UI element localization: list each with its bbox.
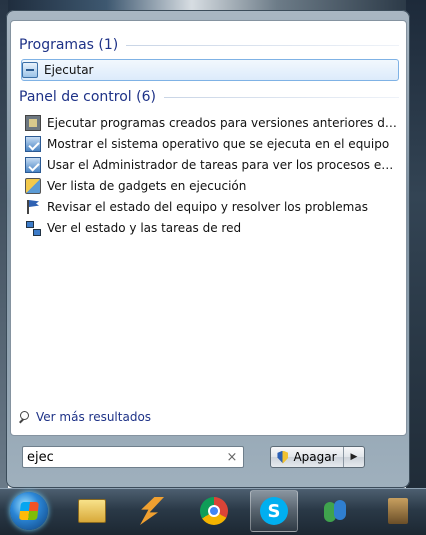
action-center-flag-icon bbox=[25, 199, 41, 215]
search-input[interactable] bbox=[23, 449, 225, 465]
shutdown-split-button: Apagar ▶ bbox=[270, 446, 365, 468]
taskbar-explorer-button[interactable] bbox=[68, 490, 116, 532]
result-label: Revisar el estado del equipo y resolver … bbox=[47, 200, 368, 214]
run-icon bbox=[22, 62, 38, 78]
result-label: Mostrar el sistema operativo que se ejec… bbox=[47, 137, 390, 151]
result-task-manager[interactable]: Usar el Administrador de tareas para ver… bbox=[25, 155, 397, 175]
taskbar-chrome-button[interactable] bbox=[190, 490, 238, 532]
taskbar-app-button[interactable] bbox=[378, 490, 418, 532]
taskbar-skype-button[interactable]: S bbox=[250, 490, 298, 532]
uac-shield-icon bbox=[277, 450, 289, 464]
result-program-compatibility[interactable]: Ejecutar programas creados para versione… bbox=[25, 113, 397, 133]
section-divider bbox=[126, 44, 399, 46]
system-icon bbox=[25, 136, 41, 152]
shutdown-button[interactable]: Apagar bbox=[271, 447, 344, 467]
result-label: Ver el estado y las tareas de red bbox=[47, 221, 242, 235]
taskbar-winamp-button[interactable] bbox=[128, 490, 176, 532]
result-label: Ejecutar bbox=[44, 63, 94, 77]
gadgets-icon bbox=[25, 178, 41, 194]
skype-icon: S bbox=[260, 497, 288, 525]
shutdown-label: Apagar bbox=[293, 450, 337, 464]
search-results-panel: Programas (1) Ejecutar Panel de control … bbox=[10, 20, 407, 436]
result-gadgets[interactable]: Ver lista de gadgets en ejecución bbox=[25, 176, 397, 196]
shutdown-options-arrow[interactable]: ▶ bbox=[344, 447, 364, 467]
section-divider bbox=[163, 96, 399, 98]
result-label: Ejecutar programas creados para versione… bbox=[47, 116, 397, 130]
clear-search-icon[interactable]: × bbox=[225, 450, 239, 465]
taskbar-messenger-button[interactable] bbox=[312, 490, 360, 532]
windows-explorer-icon bbox=[78, 499, 106, 523]
see-more-results-label: Ver más resultados bbox=[36, 410, 152, 424]
chevron-right-icon: ▶ bbox=[350, 452, 358, 462]
control-panel-header-label: Panel de control (6) bbox=[19, 89, 156, 105]
chrome-icon bbox=[200, 497, 228, 525]
result-label: Usar el Administrador de tareas para ver… bbox=[47, 158, 397, 172]
control-panel-section-header: Panel de control (6) bbox=[19, 89, 399, 105]
result-action-center[interactable]: Revisar el estado del equipo y resolver … bbox=[25, 197, 397, 217]
start-button[interactable] bbox=[10, 492, 48, 530]
see-more-results-link[interactable]: Ver más resultados bbox=[18, 410, 151, 424]
result-label: Ver lista de gadgets en ejecución bbox=[47, 179, 247, 193]
winamp-icon bbox=[140, 497, 164, 525]
search-icon bbox=[18, 411, 30, 423]
start-search-box[interactable]: × bbox=[22, 446, 244, 468]
app-icon bbox=[388, 498, 408, 524]
programs-header-label: Programas (1) bbox=[19, 37, 119, 53]
compatibility-icon bbox=[25, 115, 41, 131]
result-network-status[interactable]: Ver el estado y las tareas de red bbox=[25, 218, 397, 238]
result-ejecutar[interactable]: Ejecutar bbox=[21, 59, 399, 81]
programs-section-header: Programas (1) bbox=[19, 37, 399, 53]
task-manager-icon bbox=[25, 157, 41, 173]
network-icon bbox=[25, 220, 41, 236]
result-show-os[interactable]: Mostrar el sistema operativo que se ejec… bbox=[25, 134, 397, 154]
messenger-icon bbox=[322, 498, 350, 524]
